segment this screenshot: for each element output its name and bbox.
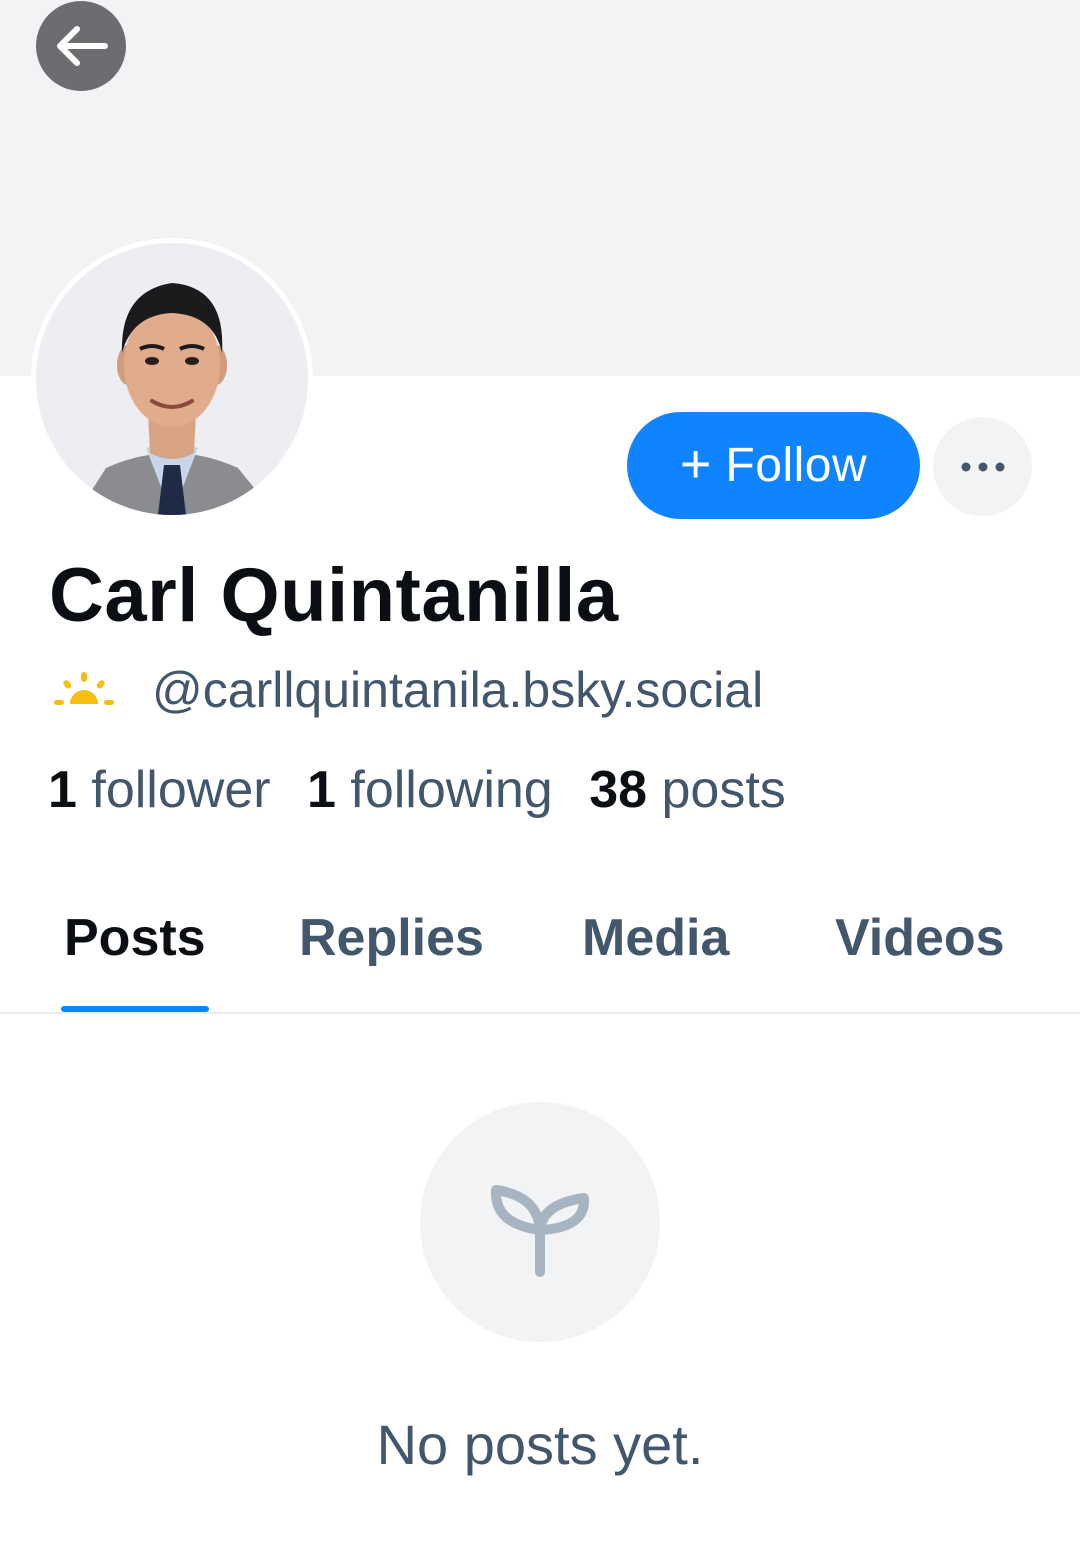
ellipsis-icon [961, 462, 1004, 471]
followers-stat[interactable]: 1 follower [48, 761, 271, 819]
follow-label: Follow [725, 439, 868, 492]
sunrise-icon [54, 672, 114, 705]
sprout-icon [490, 1185, 590, 1277]
following-label: following [350, 761, 553, 819]
empty-state-badge [420, 1102, 660, 1342]
follow-button[interactable]: + Follow [627, 412, 920, 519]
tab-media[interactable]: Media [582, 908, 729, 968]
posts-stat: 38 posts [589, 761, 786, 819]
back-button[interactable] [36, 1, 126, 91]
followers-count: 1 [48, 761, 77, 819]
followers-label: follower [91, 761, 271, 819]
posts-label: posts [661, 761, 786, 819]
posts-count: 38 [589, 761, 648, 819]
tab-posts[interactable]: Posts [64, 908, 206, 968]
tab-replies[interactable]: Replies [299, 908, 484, 968]
avatar-ring [31, 238, 313, 520]
profile-screen: + Follow Carl Quintanilla @carllquintani… [0, 0, 1080, 1562]
profile-stats: 1 follower 1 following 38 posts [48, 760, 808, 820]
plus-icon: + [679, 433, 712, 494]
handle-row: @carllquintanila.bsky.social [52, 660, 763, 720]
empty-state-message: No posts yet. [376, 1413, 704, 1476]
tab-videos[interactable]: Videos [835, 908, 1005, 968]
profile-handle: @carllquintanila.bsky.social [152, 662, 764, 718]
display-name: Carl Quintanilla [49, 553, 619, 638]
avatar-photo [36, 243, 308, 515]
avatar[interactable] [36, 243, 308, 515]
following-stat[interactable]: 1 following [307, 761, 553, 819]
profile-tabs: Posts Replies Media Videos [0, 880, 1080, 1014]
following-count: 1 [307, 761, 336, 819]
arrow-left-icon [57, 26, 108, 66]
more-options-button[interactable] [933, 417, 1032, 516]
active-tab-indicator [61, 1006, 209, 1012]
